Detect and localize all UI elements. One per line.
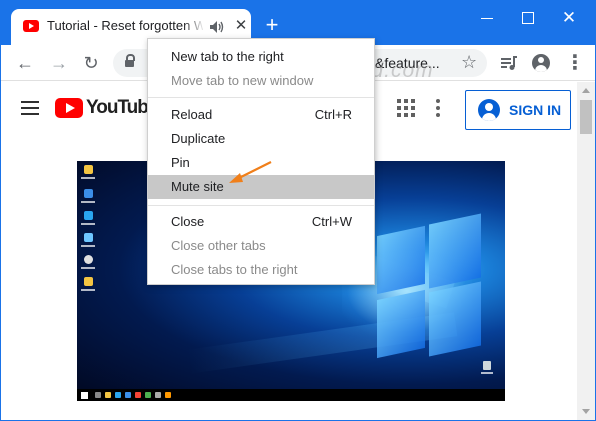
back-button[interactable]: ← [13, 51, 37, 75]
bookmark-star-icon[interactable]: ☆ [461, 52, 477, 73]
account-icon [478, 99, 500, 121]
desktop-icon [81, 211, 95, 233]
scroll-down-arrow-icon[interactable] [582, 409, 590, 414]
scrollbar-thumb[interactable] [580, 100, 592, 134]
desktop-icon [81, 233, 95, 255]
menu-item-reload[interactable]: Reload Ctrl+R [148, 103, 374, 127]
windows-logo-pane [377, 289, 425, 359]
recycle-bin-icon [481, 361, 493, 375]
annotation-arrow-icon [229, 161, 272, 183]
tab-title-fade [183, 15, 205, 37]
menu-item-move-tab-new-window: Move tab to new window [171, 73, 314, 88]
youtube-play-icon [55, 98, 83, 118]
desktop-icon [81, 189, 95, 211]
forward-button[interactable]: → [47, 51, 71, 75]
close-window-button[interactable]: ✕ [557, 9, 581, 27]
maximize-button[interactable] [515, 9, 539, 27]
desktop-icon [81, 277, 95, 299]
desktop-icon [81, 165, 95, 187]
windows-start-icon [81, 392, 88, 399]
tab-title: Tutorial - Reset forgotten Wi [47, 18, 203, 33]
youtube-favicon-icon [23, 20, 39, 32]
more-options-icon[interactable] [435, 97, 441, 119]
profile-avatar-icon[interactable] [529, 51, 553, 75]
menu-item-close-other-tabs: Close other tabs [171, 238, 266, 253]
new-tab-button[interactable]: + [261, 14, 283, 36]
scroll-up-arrow-icon[interactable] [582, 88, 590, 93]
menu-item-close-tabs-right: Close tabs to the right [171, 262, 298, 277]
minimize-button[interactable] [475, 9, 499, 27]
menu-separator [148, 205, 374, 206]
youtube-logo[interactable]: YouTube [55, 96, 158, 120]
media-control-icon[interactable] [497, 51, 521, 75]
windows-taskbar [77, 389, 505, 401]
lock-icon[interactable] [125, 54, 135, 68]
desktop-icon [81, 255, 95, 277]
sign-in-label: SIGN IN [509, 102, 562, 118]
apps-grid-icon[interactable] [397, 99, 415, 117]
windows-logo-pane [377, 225, 425, 295]
hamburger-menu-icon[interactable] [21, 101, 39, 115]
menu-item-new-tab-right[interactable]: New tab to the right [148, 45, 374, 69]
menu-item-close[interactable]: Close Ctrl+W [148, 210, 374, 234]
vertical-scrollbar[interactable] [577, 82, 595, 420]
audio-playing-icon[interactable] [209, 20, 225, 34]
sign-in-button[interactable]: SIGN IN [465, 90, 571, 130]
tab-close-icon[interactable]: ✕ [233, 18, 249, 34]
reload-button[interactable]: ↻ [79, 51, 103, 75]
menu-separator [148, 97, 374, 98]
windows-logo-pane [429, 281, 481, 357]
menu-item-duplicate[interactable]: Duplicate [148, 127, 374, 151]
chrome-menu-button[interactable]: ⋮ [563, 51, 587, 75]
browser-window: Tutorial - Reset forgotten Wi ✕ + ✕ ← → … [0, 0, 596, 421]
taskbar-clock [469, 390, 499, 400]
windows-logo-pane [429, 213, 481, 289]
